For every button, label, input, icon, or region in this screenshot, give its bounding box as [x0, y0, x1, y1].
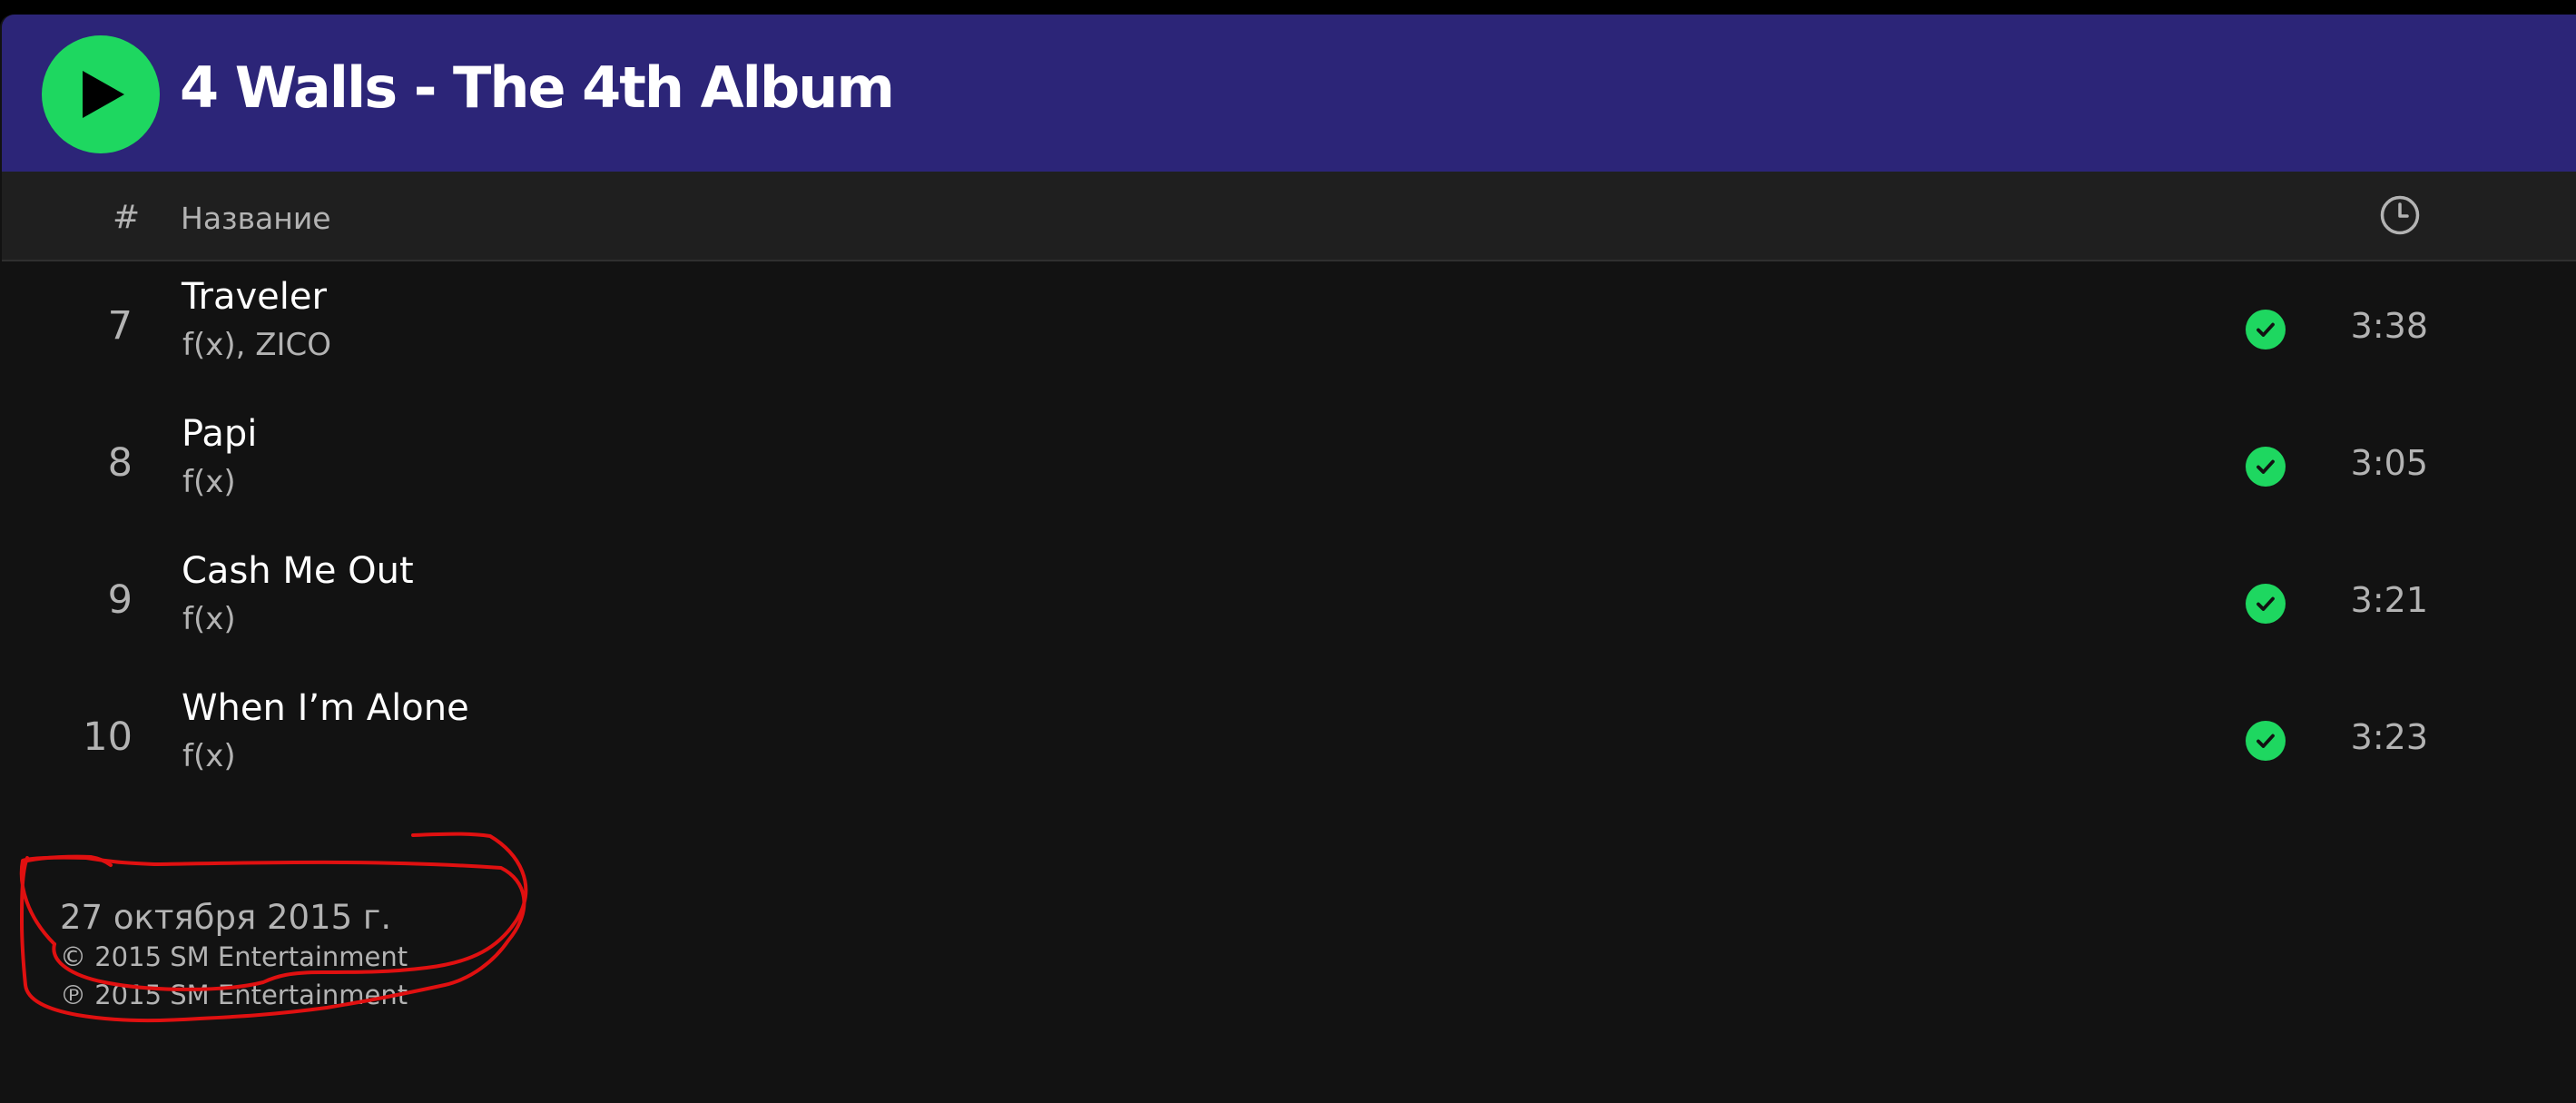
play-button[interactable] — [42, 35, 160, 153]
track-title[interactable]: Cash Me Out — [182, 550, 414, 592]
track-duration: 3:21 — [2350, 580, 2428, 620]
track-number: 8 — [107, 440, 133, 486]
track-duration: 3:05 — [2350, 443, 2428, 483]
track-number: 9 — [107, 577, 133, 623]
check-circle-icon[interactable] — [2246, 721, 2286, 761]
album-title: 4 Walls - The 4th Album — [180, 54, 895, 121]
track-artist[interactable]: f(x), ZICO — [182, 327, 331, 363]
album-footer: 27 октября 2015 г. © 2015 SM Entertainme… — [60, 898, 408, 1014]
release-date: 27 октября 2015 г. — [60, 898, 392, 937]
column-number-header: # — [113, 199, 141, 236]
track-title[interactable]: Papi — [182, 413, 257, 455]
check-circle-icon[interactable] — [2246, 584, 2286, 624]
track-title[interactable]: Traveler — [182, 276, 327, 318]
track-artist[interactable]: f(x) — [182, 601, 236, 637]
play-icon — [83, 71, 124, 118]
clock-icon — [2380, 195, 2420, 235]
album-view: 4 Walls - The 4th Album # Название 7 Tra… — [0, 15, 2576, 1103]
check-circle-icon[interactable] — [2246, 310, 2286, 350]
track-artist[interactable]: f(x) — [182, 738, 236, 774]
album-header: 4 Walls - The 4th Album — [2, 15, 2576, 172]
track-row[interactable]: 7 Traveler f(x), ZICO 3:38 — [2, 261, 2576, 399]
check-circle-icon[interactable] — [2246, 447, 2286, 487]
track-duration: 3:23 — [2350, 717, 2428, 757]
track-number: 10 — [83, 714, 133, 760]
track-artist[interactable]: f(x) — [182, 464, 236, 500]
track-duration: 3:38 — [2350, 306, 2428, 346]
track-row[interactable]: 10 When I’m Alone f(x) 3:23 — [2, 673, 2576, 810]
track-number: 7 — [107, 303, 133, 349]
track-row[interactable]: 8 Papi f(x) 3:05 — [2, 399, 2576, 536]
phonogram-copyright-text: ℗ 2015 SM Entertainment — [60, 980, 408, 1011]
track-title[interactable]: When I’m Alone — [182, 687, 469, 729]
column-title-header: Название — [181, 201, 331, 236]
tracklist-header: # Название — [2, 172, 2576, 261]
copyright-text: © 2015 SM Entertainment — [60, 941, 408, 973]
track-row[interactable]: 9 Cash Me Out f(x) 3:21 — [2, 536, 2576, 673]
